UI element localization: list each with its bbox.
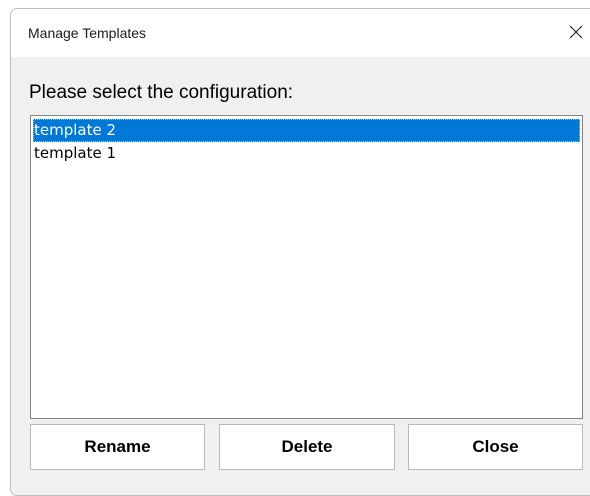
manage-templates-dialog: Manage Templates Please select the confi… [10, 8, 590, 496]
close-button[interactable]: Close [408, 424, 583, 470]
title-bar: Manage Templates [11, 9, 590, 57]
select-configuration-label: Please select the configuration: [29, 82, 294, 103]
template-list-item[interactable]: template 1 [33, 142, 580, 165]
delete-button[interactable]: Delete [219, 424, 395, 470]
rename-button[interactable]: Rename [30, 424, 205, 470]
template-list-item[interactable]: template 2 [33, 119, 580, 142]
close-window-button[interactable] [561, 17, 590, 47]
dialog-title: Manage Templates [28, 25, 147, 41]
templates-listbox[interactable]: template 2 template 1 [30, 115, 583, 419]
close-icon [569, 25, 583, 39]
